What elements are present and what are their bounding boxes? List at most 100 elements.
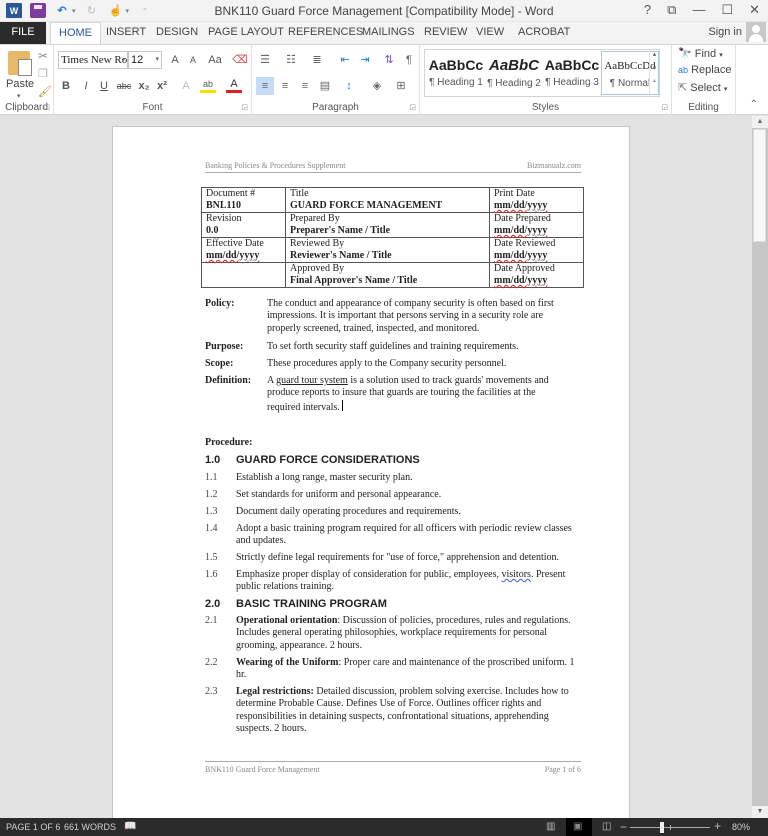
tab-design[interactable]: DESIGN <box>148 22 206 44</box>
increase-indent-icon[interactable]: ⇥ <box>356 51 374 69</box>
style-heading-3[interactable]: AaBbCc ¶ Heading 3 <box>543 51 601 95</box>
user-avatar-icon[interactable] <box>746 22 766 42</box>
format-painter-icon[interactable]: 🖌 <box>38 85 52 98</box>
status-bar: PAGE 1 OF 6 661 WORDS 📖 ▥ ▣ ◫ − + 80% <box>0 818 768 836</box>
clipboard-launcher-icon[interactable]: ◲ <box>43 103 50 111</box>
ribbon-tabs: FILE HOME INSERT DESIGN PAGE LAYOUT REFE… <box>0 22 768 45</box>
help-icon[interactable]: ? <box>644 2 651 18</box>
styles-more-icon[interactable]: ⩡ <box>650 78 659 86</box>
ribbon-display-icon[interactable]: ⧉ <box>667 2 676 18</box>
multilevel-list-icon[interactable]: ≣ <box>308 51 326 69</box>
paste-dropdown-icon[interactable]: ▾ <box>17 92 21 100</box>
styles-up-icon[interactable]: ▴ <box>650 50 659 58</box>
zoom-level[interactable]: 80% <box>732 822 750 832</box>
show-formatting-icon[interactable]: ¶ <box>400 51 418 69</box>
web-layout-icon[interactable]: ◫ <box>602 821 611 832</box>
page-count[interactable]: PAGE 1 OF 6 <box>6 822 60 832</box>
zoom-in-icon[interactable]: + <box>714 819 721 833</box>
paragraph-launcher-icon[interactable]: ◲ <box>409 103 416 111</box>
clear-formatting-icon[interactable]: ⌫ <box>232 51 248 69</box>
zoom-out-icon[interactable]: − <box>620 820 627 834</box>
page-header: Banking Policies & Procedures Supplement… <box>205 161 581 173</box>
style-heading-1[interactable]: AaBbCc ¶ Heading 1 <box>427 51 485 95</box>
select-icon: ⇱ <box>678 82 688 94</box>
shrink-font-button[interactable]: A <box>185 51 201 69</box>
tab-review[interactable]: REVIEW <box>416 22 475 44</box>
numbering-icon[interactable]: ☷ <box>282 51 300 69</box>
bold-button[interactable]: B <box>58 77 74 95</box>
align-right-icon[interactable]: ≡ <box>296 77 314 95</box>
sort-icon[interactable]: ⇅ <box>380 51 398 69</box>
font-label: Font <box>142 102 163 113</box>
highlight-button[interactable]: ab <box>200 77 216 93</box>
tab-page-layout[interactable]: PAGE LAYOUT <box>200 22 292 44</box>
window-controls: ? ⧉ — ☐ ✕ <box>644 2 760 18</box>
replace-button[interactable]: ab Replace <box>678 64 731 76</box>
styles-group: AaBbCc ¶ Heading 1 AaBbC ¶ Heading 2 AaB… <box>420 45 672 115</box>
bullets-icon[interactable]: ☰ <box>256 51 274 69</box>
styles-scroll[interactable]: ▴ ▾ ⩡ <box>649 50 659 96</box>
document-page[interactable]: Banking Policies & Procedures Supplement… <box>112 126 630 826</box>
italic-button[interactable]: I <box>78 77 94 95</box>
editing-label: Editing <box>688 102 719 113</box>
font-group: Times New Ro ▾ 12 ▾ A A Aa ⌫ B I U abc x₂ … <box>54 45 252 115</box>
font-name-select[interactable]: Times New Ro ▾ <box>58 51 128 69</box>
subscript-button[interactable]: x₂ <box>136 77 152 95</box>
scrollbar-thumb[interactable] <box>753 129 766 242</box>
replace-icon: ab <box>678 65 689 75</box>
change-case-button[interactable]: Aa <box>204 51 226 69</box>
cut-icon[interactable]: ✂ <box>38 49 48 63</box>
font-launcher-icon[interactable]: ◲ <box>241 103 248 111</box>
copy-icon[interactable]: ❐ <box>38 67 48 80</box>
styles-launcher-icon[interactable]: ◲ <box>661 103 668 111</box>
scroll-down-icon[interactable]: ▼ <box>752 806 768 818</box>
styles-down-icon[interactable]: ▾ <box>650 64 659 72</box>
font-color-button[interactable]: A <box>226 77 242 93</box>
superscript-button[interactable]: x² <box>154 77 170 95</box>
underline-button[interactable]: U <box>96 77 112 95</box>
select-button[interactable]: ⇱ Select ▾ <box>678 81 727 94</box>
tab-acrobat[interactable]: ACROBAT <box>510 22 578 44</box>
text-cursor <box>341 399 343 411</box>
header-right: Bizmanualz.com <box>527 161 581 170</box>
table-row: Approved By Final Approver's Name / Title… <box>201 262 584 288</box>
collapse-ribbon-icon[interactable]: ⌃ <box>750 99 758 110</box>
font-size-select[interactable]: 12 ▾ <box>128 51 162 69</box>
justify-icon[interactable]: ▤ <box>316 77 334 95</box>
table-row: Revision 0.0 Prepared By Preparer's Name /… <box>201 212 584 238</box>
text-effects-button[interactable]: A <box>178 77 194 95</box>
read-mode-icon[interactable]: ▥ <box>546 821 555 832</box>
footer-page-number: Page 1 of 6 <box>544 765 581 774</box>
sign-in-link[interactable]: Sign in <box>708 26 742 38</box>
tab-insert[interactable]: INSERT <box>98 22 154 44</box>
find-button[interactable]: 🔭 Find ▾ <box>678 47 723 60</box>
tab-file[interactable]: FILE <box>0 22 46 44</box>
align-center-icon[interactable]: ≡ <box>276 77 294 95</box>
proofing-icon[interactable]: 📖 <box>124 821 136 832</box>
maximize-icon[interactable]: ☐ <box>721 2 733 18</box>
paste-button[interactable]: Paste <box>6 78 34 90</box>
tab-view[interactable]: VIEW <box>468 22 512 44</box>
align-left-icon[interactable]: ≡ <box>256 77 274 95</box>
close-icon[interactable]: ✕ <box>749 2 760 18</box>
vertical-scrollbar[interactable]: ▲ ▼ <box>752 116 768 818</box>
word-count[interactable]: 661 WORDS <box>64 822 116 832</box>
paste-icon[interactable] <box>8 51 32 76</box>
minimize-icon[interactable]: — <box>692 2 705 18</box>
shading-icon[interactable]: ◈ <box>368 77 386 95</box>
style-heading-2[interactable]: AaBbC ¶ Heading 2 <box>485 51 543 95</box>
title-bar: W ↶ ▾ ↻ ☝ ▾ ⁼ BNK110 Guard Force Managem… <box>0 0 768 22</box>
guard-tour-system-link[interactable]: guard tour system <box>276 375 348 386</box>
paragraph-group: ☰ ☷ ≣ ⇤ ⇥ ⇅ ¶ ≡ ≡ ≡ ▤ ↕ ◈ ⊞ Paragraph ◲ <box>252 45 420 115</box>
tab-mailings[interactable]: MAILINGS <box>354 22 423 44</box>
grow-font-button[interactable]: A <box>167 51 183 69</box>
strikethrough-button[interactable]: abc <box>114 77 134 95</box>
paragraph-label: Paragraph <box>312 102 359 113</box>
document-canvas: Banking Policies & Procedures Supplement… <box>0 116 752 826</box>
line-spacing-icon[interactable]: ↕ <box>340 77 358 95</box>
zoom-slider-thumb[interactable] <box>660 822 664 833</box>
scroll-up-icon[interactable]: ▲ <box>752 116 768 128</box>
borders-icon[interactable]: ⊞ <box>392 77 410 95</box>
decrease-indent-icon[interactable]: ⇤ <box>336 51 354 69</box>
tab-home[interactable]: HOME <box>50 22 101 45</box>
